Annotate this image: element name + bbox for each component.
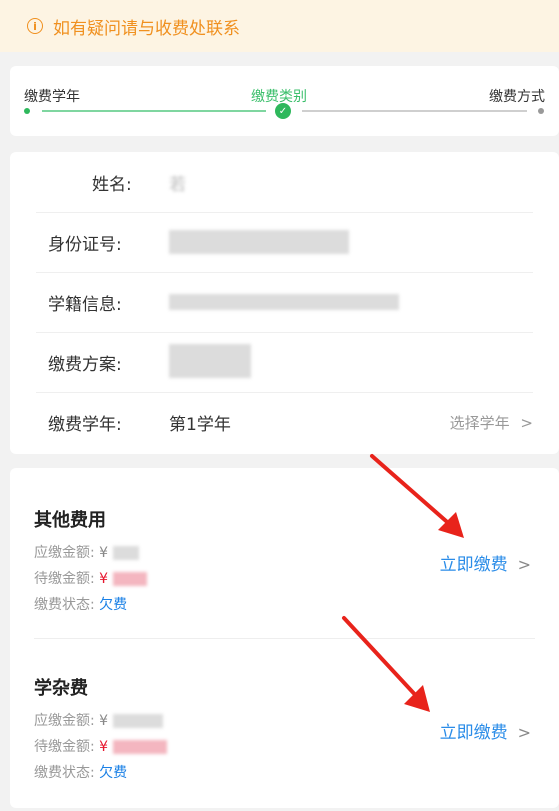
pay-now-button[interactable]: 立即缴费 > <box>440 550 531 575</box>
select-year-label: 选择学年 <box>449 414 510 432</box>
due-label: 应缴金额: <box>34 545 95 561</box>
pending-label: 待缴金额: <box>34 571 95 587</box>
year-label: 缴费学年: <box>48 415 122 435</box>
id-value-redacted <box>169 230 349 254</box>
check-icon: ✓ <box>275 103 291 119</box>
name-row: 姓名: 若 <box>36 152 533 213</box>
fee-item-tuition: 学杂费 应缴金额: ¥ 待缴金额: ¥ 缴费状态: 欠费 立即缴费 > <box>34 674 535 804</box>
fee-status-value: 欠费 <box>99 765 128 781</box>
due-amount-redacted <box>112 546 139 560</box>
fee-status-label: 缴费状态: <box>34 597 95 613</box>
fee-item-other: 其他费用 应缴金额: ¥ 待缴金额: ¥ 缴费状态: 欠费 立即缴费 > <box>34 506 535 636</box>
status-line: 缴费状态: 欠费 <box>34 762 127 782</box>
steps-progress: 缴费学年 缴费类别 缴费方式 ✓ <box>10 66 559 136</box>
select-year-link[interactable]: 选择学年 > <box>450 412 533 433</box>
name-label: 姓名: <box>92 175 132 195</box>
plan-value-redacted <box>169 344 251 378</box>
step-track-done <box>42 110 266 112</box>
id-row: 身份证号: <box>36 212 533 273</box>
pay-now-label: 立即缴费 <box>439 555 508 575</box>
fee-status-label: 缴费状态: <box>34 765 95 781</box>
fee-divider <box>34 638 535 639</box>
year-value: 第1学年 <box>169 415 231 435</box>
pending-amount-redacted <box>112 740 167 754</box>
due-currency: ¥ <box>99 545 109 561</box>
pending-currency: ¥ <box>99 571 109 587</box>
pending-line: 待缴金额: ¥ <box>34 736 167 756</box>
step-label-method: 缴费方式 <box>489 89 545 105</box>
pending-amount-redacted <box>112 572 147 586</box>
id-label: 身份证号: <box>48 235 122 255</box>
year-row[interactable]: 缴费学年: 第1学年 选择学年 > <box>36 392 533 452</box>
pay-now-button[interactable]: 立即缴费 > <box>440 718 531 743</box>
due-label: 应缴金额: <box>34 713 95 729</box>
due-amount-redacted <box>112 714 163 728</box>
status-row: 学籍信息: <box>36 272 533 333</box>
step-dot-end <box>538 108 544 114</box>
fee-status-value: 欠费 <box>99 597 128 613</box>
pending-currency: ¥ <box>99 739 109 755</box>
fees-card: 其他费用 应缴金额: ¥ 待缴金额: ¥ 缴费状态: 欠费 立即缴费 > 学杂费 … <box>10 468 559 808</box>
fee-title: 学杂费 <box>34 678 88 699</box>
chevron-right-icon: > <box>520 414 533 432</box>
pending-label: 待缴金额: <box>34 739 95 755</box>
notice-text: 如有疑问请与收费处联系 <box>53 18 240 39</box>
student-info-card: 姓名: 若 身份证号: 学籍信息: 缴费方案: 缴费学年: 第1学年 选择学年 … <box>10 152 559 454</box>
due-line: 应缴金额: ¥ <box>34 710 163 730</box>
step-track-pending <box>302 110 527 112</box>
plan-label: 缴费方案: <box>48 355 122 375</box>
due-line: 应缴金额: ¥ <box>34 542 139 562</box>
name-value: 若 <box>169 175 186 195</box>
step-label-year: 缴费学年 <box>24 89 80 105</box>
plan-row: 缴费方案: <box>36 332 533 393</box>
fee-title: 其他费用 <box>34 510 106 531</box>
notice-bar: i 如有疑问请与收费处联系 <box>0 0 559 52</box>
status-value-redacted <box>169 294 399 310</box>
due-currency: ¥ <box>99 713 109 729</box>
step-dot-start <box>24 108 30 114</box>
status-label: 学籍信息: <box>48 295 122 315</box>
chevron-right-icon: > <box>517 555 531 574</box>
chevron-right-icon: > <box>517 723 531 742</box>
pay-now-label: 立即缴费 <box>439 723 508 743</box>
pending-line: 待缴金额: ¥ <box>34 568 147 588</box>
status-line: 缴费状态: 欠费 <box>34 594 127 614</box>
info-icon: i <box>27 18 43 34</box>
